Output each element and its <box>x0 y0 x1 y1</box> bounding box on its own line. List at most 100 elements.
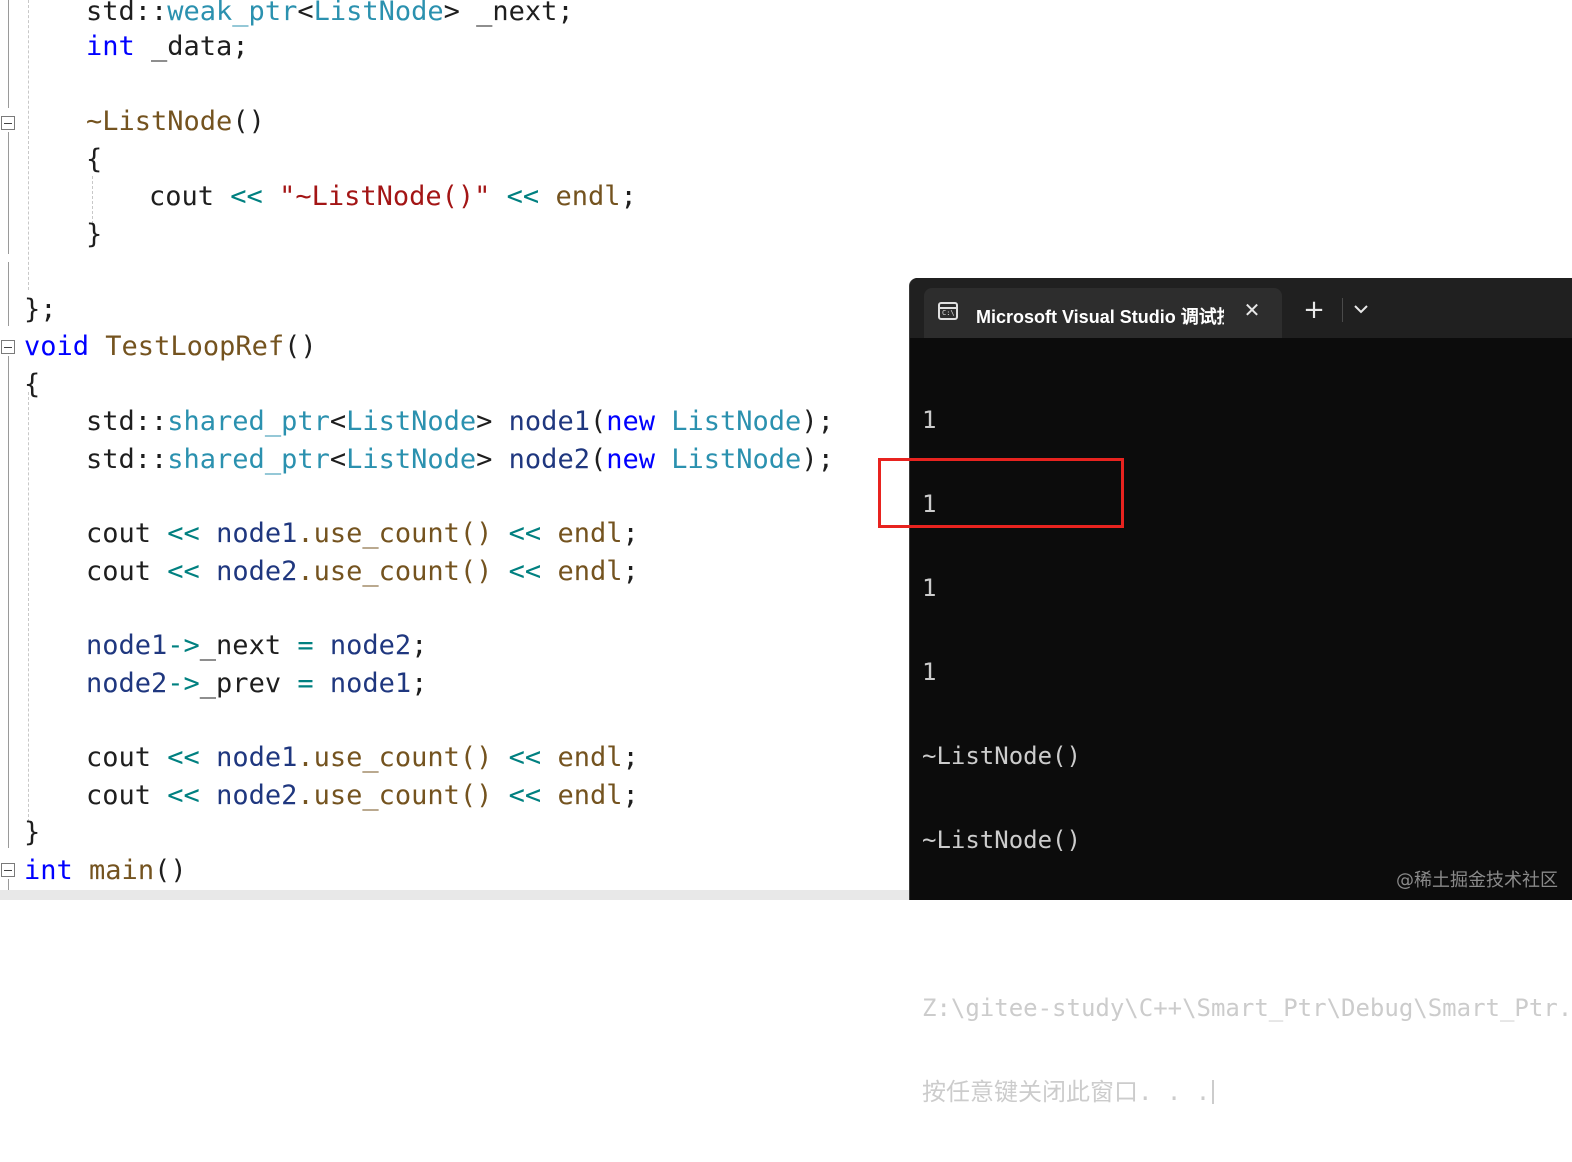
code-token: _prev <box>199 668 298 699</box>
code-token: << <box>508 742 542 773</box>
code-token: endl <box>557 742 623 773</box>
code-token: ListNode <box>313 0 444 27</box>
code-token: ~ListNode <box>86 106 233 137</box>
code-token: std:: <box>86 0 168 27</box>
code-token: () <box>284 331 317 362</box>
fold-guide-line <box>8 356 9 848</box>
terminal-titlebar: C:\ Microsoft Visual Studio 调试控制台 ✕ + <box>910 278 1572 338</box>
code-token: > <box>476 406 509 437</box>
code-token: << <box>508 556 542 587</box>
indent-guide <box>28 0 29 290</box>
code-token: endl <box>557 518 623 549</box>
output-line: 1 <box>922 658 937 686</box>
code-line: int _data; <box>86 33 249 60</box>
code-token: < <box>329 444 347 475</box>
code-line: std::weak_ptr<ListNode> _next; <box>86 0 574 25</box>
code-token: std:: <box>86 444 168 475</box>
code-token: < <box>297 0 314 27</box>
code-token: node1 <box>508 406 590 437</box>
code-token: node1 <box>216 518 298 549</box>
code-token: = <box>297 630 314 661</box>
code-token: ; <box>620 181 637 212</box>
console-icon-label: C:\ <box>942 309 955 317</box>
code-token: { <box>86 144 103 175</box>
output-line: Z:\gitee-study\C++\Smart_Ptr\Debug\Smart… <box>922 994 1572 1022</box>
code-token: ; <box>411 630 428 661</box>
code-token: > <box>476 444 509 475</box>
code-token: node2 <box>216 780 298 811</box>
code-token: { <box>24 369 41 400</box>
new-tab-icon[interactable]: + <box>1302 297 1326 323</box>
console-icon: C:\ <box>938 302 958 320</box>
code-token: ListNode <box>671 406 802 437</box>
prompt-text: 按任意键关闭此窗口. . . <box>922 1078 1211 1106</box>
code-token: cout <box>86 780 168 811</box>
code-token: ListNode <box>671 444 802 475</box>
code-token: ; <box>411 668 428 699</box>
code-line: std::shared_ptr<ListNode> node2(new List… <box>86 446 834 473</box>
code-line: void TestLoopRef() <box>24 333 317 360</box>
output-line: 1 <box>922 574 937 602</box>
editor-scrollbar[interactable] <box>0 890 910 900</box>
code-token: << <box>230 181 263 212</box>
code-token: ListNode <box>346 406 477 437</box>
code-line: cout << node1.use_count() << endl; <box>86 744 639 771</box>
collapse-destructor-icon[interactable] <box>1 116 15 130</box>
code-token: std:: <box>86 406 168 437</box>
code-line: } <box>86 221 102 248</box>
code-token: node2 <box>216 556 298 587</box>
watermark: @稀土掘金技术社区 <box>1396 870 1558 891</box>
code-token: .use_count() <box>297 556 509 587</box>
code-token: ; <box>622 556 639 587</box>
collapse-testloopref-icon[interactable] <box>1 340 15 354</box>
code-token: << <box>167 518 200 549</box>
terminal-window[interactable]: C:\ Microsoft Visual Studio 调试控制台 ✕ + 1 … <box>910 278 1572 1106</box>
code-line: }; <box>24 296 57 323</box>
code-token: > _next; <box>443 0 574 27</box>
code-token: ; <box>622 742 639 773</box>
highlight-box <box>878 458 1124 528</box>
code-line: cout << node1.use_count() << endl; <box>86 520 639 547</box>
code-token: int <box>24 855 73 886</box>
code-token: endl <box>555 181 621 212</box>
indent-guide <box>92 176 93 224</box>
code-token: << <box>167 742 200 773</box>
code-token: ); <box>801 444 834 475</box>
fold-guide-line <box>8 0 9 108</box>
code-token: cout <box>149 181 231 212</box>
code-token: cout <box>86 556 168 587</box>
code-token: << <box>167 556 200 587</box>
code-token: ; <box>622 780 639 811</box>
code-token: ; <box>622 518 639 549</box>
fold-guide-line <box>8 879 9 890</box>
code-token: void <box>24 331 90 362</box>
code-line: cout << "~ListNode()" << endl; <box>149 183 637 210</box>
code-token: new <box>606 444 655 475</box>
code-token: node1 <box>216 742 298 773</box>
code-token: weak_ptr <box>167 0 298 27</box>
code-token: endl <box>557 556 623 587</box>
code-token: main <box>89 855 155 886</box>
terminal-tab[interactable]: C:\ Microsoft Visual Studio 调试控制台 ✕ <box>924 288 1282 338</box>
code-token: ListNode <box>346 444 477 475</box>
code-token: cout <box>86 742 168 773</box>
code-token: shared_ptr <box>167 444 330 475</box>
code-token: () <box>232 106 265 137</box>
collapse-main-icon[interactable] <box>1 863 15 877</box>
close-tab-icon[interactable]: ✕ <box>1240 298 1264 322</box>
code-line: { <box>86 146 102 173</box>
chevron-down-icon[interactable] <box>1350 302 1372 318</box>
output-line: 1 <box>922 406 937 434</box>
code-line: std::shared_ptr<ListNode> node1(new List… <box>86 408 834 435</box>
text-cursor <box>1212 1080 1215 1104</box>
